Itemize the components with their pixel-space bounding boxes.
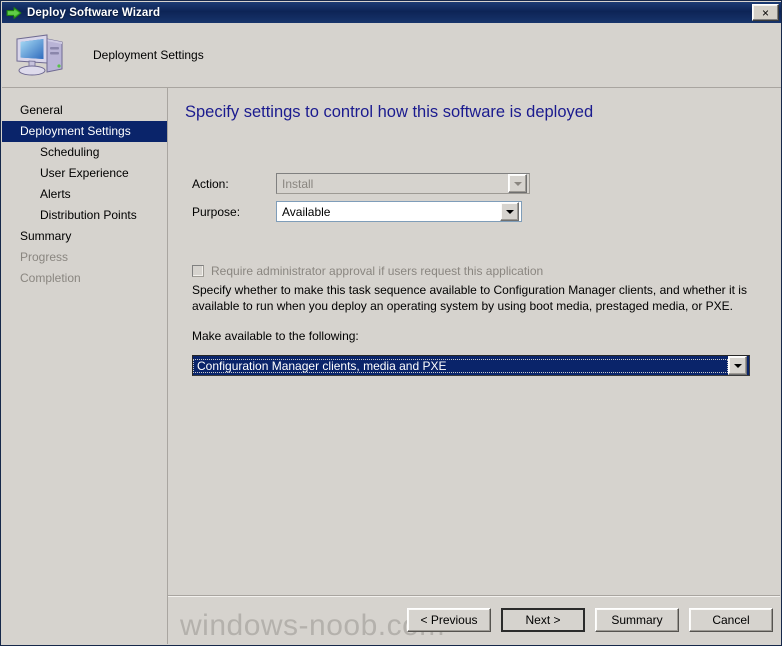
wizard-step-list: GeneralDeployment SettingsSchedulingUser…	[2, 88, 167, 644]
chevron-down-icon[interactable]	[728, 356, 747, 375]
deployment-description: Specify whether to make this task sequen…	[192, 282, 748, 314]
sidebar-item-deployment-settings[interactable]: Deployment Settings	[2, 121, 167, 142]
purpose-row: Purpose: Available	[192, 201, 522, 222]
close-icon[interactable]: ×	[752, 4, 779, 21]
previous-button[interactable]: < Previous	[407, 608, 491, 632]
page-title: Specify settings to control how this sof…	[185, 103, 593, 122]
action-value: Install	[277, 177, 508, 191]
availability-dropdown-wrapper: Configuration Manager clients, media and…	[192, 355, 750, 376]
availability-label: Make available to the following:	[192, 329, 359, 343]
sidebar-item-alerts[interactable]: Alerts	[2, 184, 167, 205]
window-title: Deploy Software Wizard	[27, 7, 160, 19]
availability-value: Configuration Manager clients, media and…	[193, 359, 728, 373]
sidebar-item-user-experience[interactable]: User Experience	[2, 163, 167, 184]
purpose-value: Available	[277, 205, 500, 219]
sidebar-item-distribution-points[interactable]: Distribution Points	[2, 205, 167, 226]
sidebar-item-progress: Progress	[2, 247, 167, 268]
purpose-dropdown[interactable]: Available	[276, 201, 522, 222]
chevron-down-icon[interactable]	[508, 174, 527, 193]
chevron-down-icon[interactable]	[500, 202, 519, 221]
title-bar: Deploy Software Wizard ×	[2, 2, 782, 23]
deploy-software-wizard-window: Deploy Software Wizard × Deployment S	[0, 0, 782, 646]
availability-dropdown[interactable]: Configuration Manager clients, media and…	[192, 355, 750, 376]
sidebar-item-completion: Completion	[2, 268, 167, 289]
cancel-button[interactable]: Cancel	[689, 608, 773, 632]
summary-button[interactable]: Summary	[595, 608, 679, 632]
footer-divider	[168, 595, 780, 596]
computer-icon	[14, 31, 66, 79]
wizard-content-pane: Specify settings to control how this sof…	[168, 88, 780, 644]
purpose-label: Purpose:	[192, 205, 276, 219]
sidebar-item-general[interactable]: General	[2, 100, 167, 121]
header-title: Deployment Settings	[93, 48, 204, 62]
green-arrow-icon	[6, 5, 22, 21]
admin-approval-label: Require administrator approval if users …	[211, 264, 543, 278]
wizard-button-bar: < Previous Next > Summary Cancel	[407, 608, 773, 632]
action-dropdown[interactable]: Install	[276, 173, 530, 194]
next-button[interactable]: Next >	[501, 608, 585, 632]
wizard-header: Deployment Settings	[2, 23, 782, 87]
sidebar-item-summary[interactable]: Summary	[2, 226, 167, 247]
action-label: Action:	[192, 177, 276, 191]
sidebar-item-scheduling[interactable]: Scheduling	[2, 142, 167, 163]
admin-approval-checkbox[interactable]	[192, 265, 204, 277]
watermark: windows-noob.com	[180, 609, 445, 643]
admin-approval-row[interactable]: Require administrator approval if users …	[192, 264, 543, 278]
action-row: Action: Install	[192, 173, 530, 194]
